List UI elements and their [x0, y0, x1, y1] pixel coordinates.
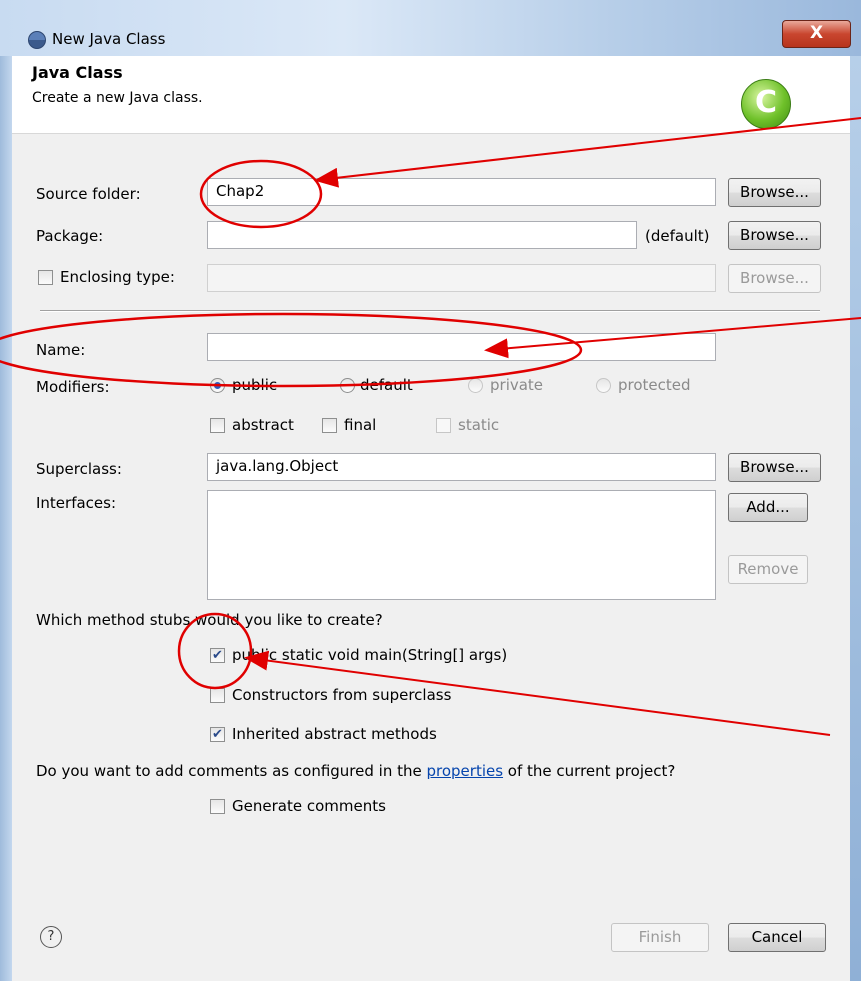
name-arrow [484, 317, 861, 359]
main-method-arrow [244, 650, 831, 736]
source-folder-arrow [314, 117, 861, 188]
source-folder-highlight-ellipse [199, 159, 323, 229]
annotation-overlay [0, 117, 861, 736]
main-method-highlight-ellipse [177, 612, 253, 690]
